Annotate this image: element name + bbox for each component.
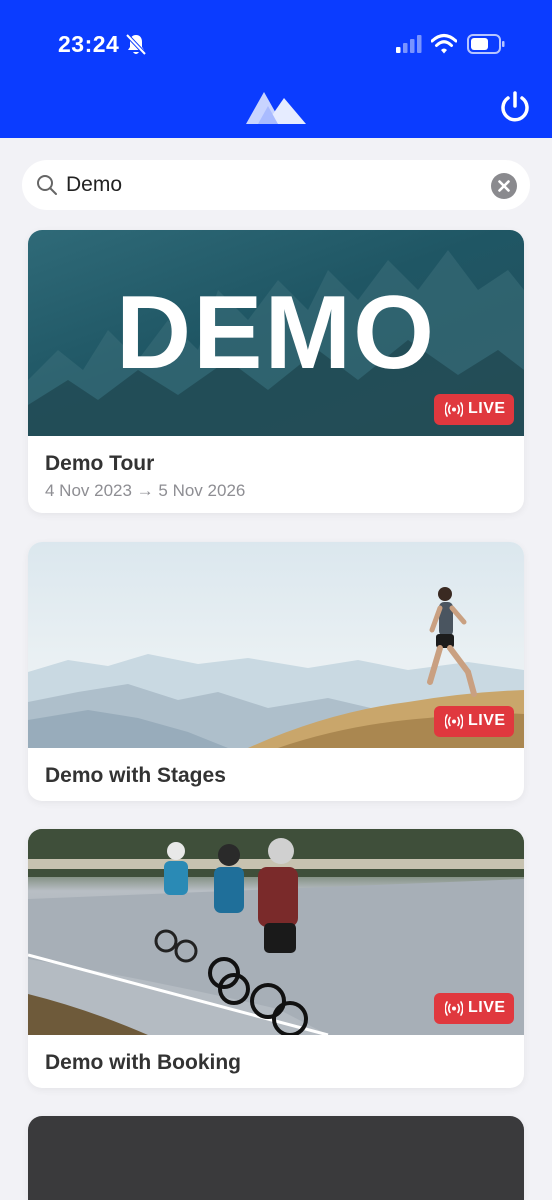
live-label: LIVE: [468, 400, 506, 417]
clear-search-button[interactable]: [491, 173, 517, 199]
cellular-signal-icon: [396, 35, 422, 53]
battery-icon: [467, 34, 505, 54]
broadcast-icon: [445, 714, 463, 729]
live-label: LIVE: [468, 712, 506, 729]
live-badge: LIVE: [434, 706, 514, 737]
bell-slash-icon: [125, 33, 147, 56]
event-title: Demo with Stages: [45, 764, 226, 787]
event-dates: 4 Nov 2023 → 5 Nov 2026: [45, 481, 246, 500]
event-title: Demo Tour: [45, 452, 155, 475]
event-image-text: DEMO: [116, 275, 436, 391]
event-card[interactable]: LIVE Demo with Stages: [28, 542, 524, 801]
live-label: LIVE: [468, 999, 506, 1016]
status-time: 23:24: [58, 31, 120, 57]
event-card[interactable]: LIVE Demo with Booking: [28, 829, 524, 1088]
event-card[interactable]: DEMO LIVE Demo Tour 4 Nov 2023 → 5 Nov 2…: [28, 230, 524, 513]
event-title: Demo with Booking: [45, 1051, 241, 1074]
app-header: 23:24: [0, 0, 552, 138]
broadcast-icon: [445, 1001, 463, 1016]
event-card[interactable]: [28, 1116, 524, 1200]
search-input[interactable]: [66, 168, 476, 202]
live-badge: LIVE: [434, 394, 514, 425]
live-badge: LIVE: [434, 993, 514, 1024]
wifi-icon: [431, 34, 457, 54]
clear-icon: [498, 180, 510, 192]
mountain-logo: [246, 92, 306, 124]
status-bar: 23:24: [0, 0, 552, 90]
search-icon: [37, 175, 57, 195]
power-button[interactable]: [497, 89, 533, 125]
broadcast-icon: [445, 402, 463, 417]
